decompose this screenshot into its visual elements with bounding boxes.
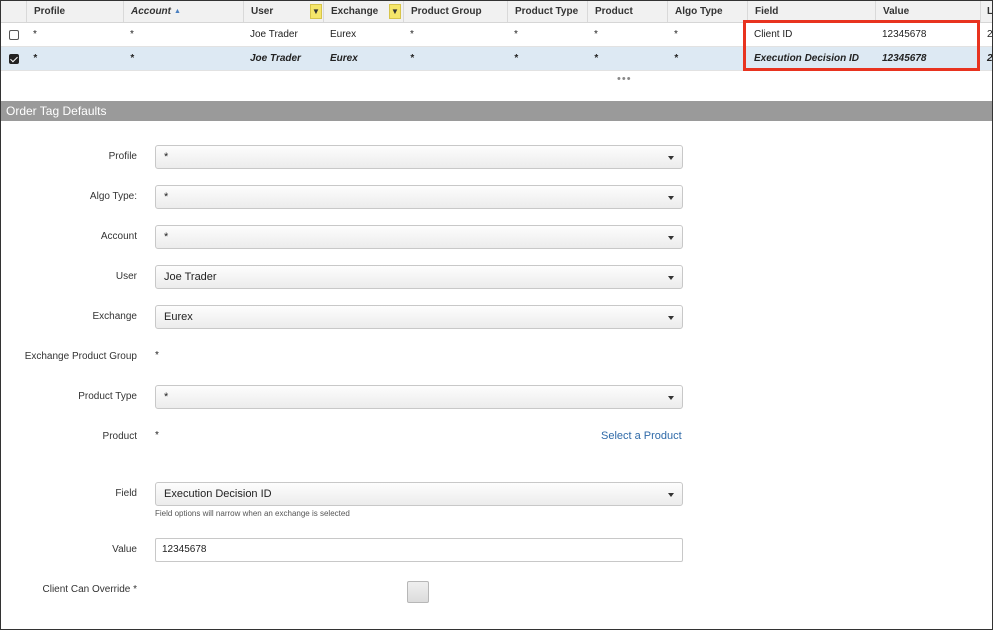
order-tag-grid: Profile Account ▲ User ▼ Exchange ▼ Produ…	[1, 1, 992, 71]
cell-extra: 2	[981, 23, 992, 47]
cell-profile: *	[33, 53, 37, 64]
cell-user: Joe Trader	[250, 53, 301, 64]
algo-type-dropdown[interactable]: *	[155, 185, 683, 209]
chevron-down-icon	[668, 396, 674, 400]
column-header-product[interactable]: Product	[587, 1, 667, 22]
column-header-label: Value	[883, 6, 910, 17]
column-header-extra[interactable]: L	[980, 1, 993, 22]
client-can-override-label: Client Can Override *	[42, 584, 137, 595]
product-value: *	[155, 430, 159, 441]
dropdown-value: *	[164, 191, 169, 203]
algo-type-label: Algo Type:	[89, 191, 137, 202]
filter-icon[interactable]: ▼	[389, 4, 401, 19]
column-header-label: Field	[755, 6, 779, 17]
column-header-label: Account	[131, 6, 171, 17]
product-type-label: Product Type	[78, 391, 137, 402]
product-type-dropdown[interactable]: *	[155, 385, 683, 409]
field-hint: Field options will narrow when an exchan…	[155, 509, 350, 518]
user-dropdown[interactable]: Joe Trader	[155, 265, 683, 289]
cell-algo-type: *	[674, 53, 678, 64]
column-header-label: Product Group	[411, 6, 482, 17]
dropdown-value: *	[164, 151, 169, 163]
column-header-label: L	[987, 6, 993, 17]
value-label: Value	[112, 544, 137, 555]
column-header-product-group[interactable]: Product Group	[403, 1, 507, 22]
account-label: Account	[100, 231, 137, 242]
filter-icon[interactable]: ▼	[310, 4, 322, 19]
value-input[interactable]: 12345678	[155, 538, 683, 562]
profile-dropdown[interactable]: *	[155, 145, 683, 169]
row-checkbox[interactable]	[9, 30, 19, 40]
column-header-label: Profile	[34, 6, 66, 17]
chevron-down-icon	[668, 196, 674, 200]
column-header-algo-type[interactable]: Algo Type	[667, 1, 747, 22]
cell-product-type: *	[514, 53, 518, 64]
column-header-label: Product Type	[515, 6, 579, 17]
exchange-label: Exchange	[92, 311, 137, 322]
product-label: Product	[102, 431, 137, 442]
cell-user: Joe Trader	[250, 29, 298, 40]
column-header-account[interactable]: Account ▲	[123, 1, 243, 22]
cell-product-type: *	[514, 29, 518, 40]
field-dropdown[interactable]: Execution Decision ID	[155, 482, 683, 506]
column-header-label: Exchange	[331, 6, 379, 17]
sort-ascending-icon: ▲	[174, 8, 181, 15]
cell-product: *	[594, 53, 598, 64]
account-dropdown[interactable]: *	[155, 225, 683, 249]
dropdown-value: *	[164, 231, 169, 243]
cell-account: *	[130, 53, 134, 64]
field-label: Field	[115, 488, 137, 499]
dropdown-value: Execution Decision ID	[164, 488, 272, 500]
column-header-label: Product	[595, 6, 633, 17]
dropdown-value: Eurex	[164, 311, 193, 323]
column-header-product-type[interactable]: Product Type	[507, 1, 587, 22]
select-product-link[interactable]: Select a Product	[601, 430, 682, 442]
cell-profile: *	[33, 29, 37, 40]
cell-exchange: Eurex	[330, 29, 357, 40]
exchange-dropdown[interactable]: Eurex	[155, 305, 683, 329]
chevron-down-icon	[668, 316, 674, 320]
cell-account: *	[130, 29, 134, 40]
column-header-value[interactable]: Value	[875, 1, 955, 22]
column-header-label: User	[251, 6, 274, 17]
cell-product-group: *	[410, 29, 414, 40]
profile-label: Profile	[108, 151, 137, 162]
chevron-down-icon	[668, 156, 674, 160]
row-checkbox-checked[interactable]	[9, 54, 19, 64]
chevron-down-icon	[668, 276, 674, 280]
exchange-product-group-value: *	[155, 350, 159, 361]
chevron-down-icon	[668, 236, 674, 240]
dropdown-value: Joe Trader	[164, 271, 217, 283]
more-rows-indicator[interactable]: •••	[617, 73, 632, 85]
dropdown-value: *	[164, 391, 169, 403]
column-header-label: Algo Type	[675, 6, 723, 17]
exchange-product-group-label: Exchange Product Group	[24, 351, 137, 362]
column-header-field[interactable]: Field	[747, 1, 875, 22]
client-can-override-checkbox[interactable]	[407, 581, 429, 603]
cell-exchange: Eurex	[330, 53, 358, 64]
section-title: Order Tag Defaults	[1, 101, 992, 121]
chevron-down-icon	[668, 493, 674, 497]
column-header-profile[interactable]: Profile	[26, 1, 124, 22]
user-label: User	[115, 271, 137, 282]
cell-product-group: *	[410, 53, 414, 64]
cell-extra: 2	[981, 47, 992, 71]
cell-product: *	[594, 29, 598, 40]
app-window: Profile Account ▲ User ▼ Exchange ▼ Produ…	[0, 0, 993, 630]
annotation-highlight-box	[743, 20, 980, 71]
cell-algo-type: *	[674, 29, 678, 40]
